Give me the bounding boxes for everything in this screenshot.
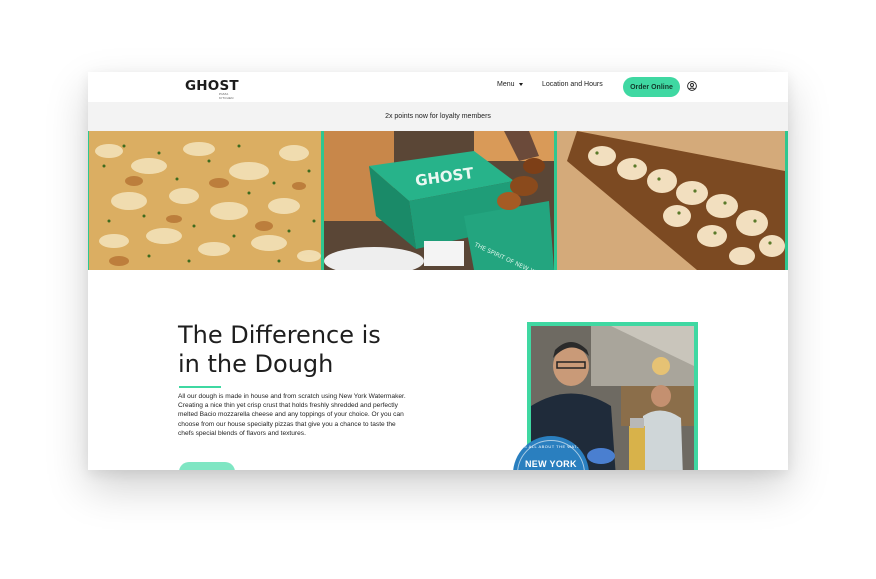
nav-location-link[interactable]: Location and Hours <box>542 81 603 88</box>
nav-menu-label: Menu <box>497 81 515 88</box>
heading-underline <box>179 386 221 388</box>
site-header: GHOST PIZZA KITCHEN Menu Location and Ho… <box>88 72 788 102</box>
chevron-down-icon <box>518 83 523 86</box>
promo-text: 2x points now for loyalty members <box>385 113 491 120</box>
ghost-logo[interactable]: GHOST PIZZA KITCHEN <box>185 78 239 100</box>
section-heading: The Difference is in the Dough <box>178 321 438 379</box>
logo-subtext: PIZZA KITCHEN <box>219 92 234 100</box>
promo-banner: 2x points now for loyalty members <box>88 102 788 131</box>
order-online-button[interactable]: Order Online <box>623 77 680 97</box>
garlic-knots-photo <box>557 131 785 270</box>
badge-main-text: NEW YORK <box>525 459 577 469</box>
user-circle-icon[interactable] <box>687 81 697 91</box>
browser-page: GHOST PIZZA KITCHEN Menu Location and Ho… <box>88 72 788 470</box>
nav-menu-dropdown[interactable]: Menu <box>497 81 523 88</box>
logo-text: GHOST <box>185 78 239 94</box>
heading-line-2: in the Dough <box>178 350 334 378</box>
pizza-slab-photo <box>89 131 321 270</box>
ghost-box-wings-photo: GHOST THE SPIRIT OF NEW YORK <box>324 131 554 270</box>
section-body-text: All our dough is made in house and from … <box>178 393 406 437</box>
food-gallery: GHOST THE SPIRIT OF NEW YORK <box>88 131 788 270</box>
badge-top-text: IT'S ALL ABOUT THE WATER <box>518 444 584 449</box>
learn-more-button[interactable] <box>179 462 235 470</box>
heading-line-1: The Difference is <box>178 321 381 349</box>
